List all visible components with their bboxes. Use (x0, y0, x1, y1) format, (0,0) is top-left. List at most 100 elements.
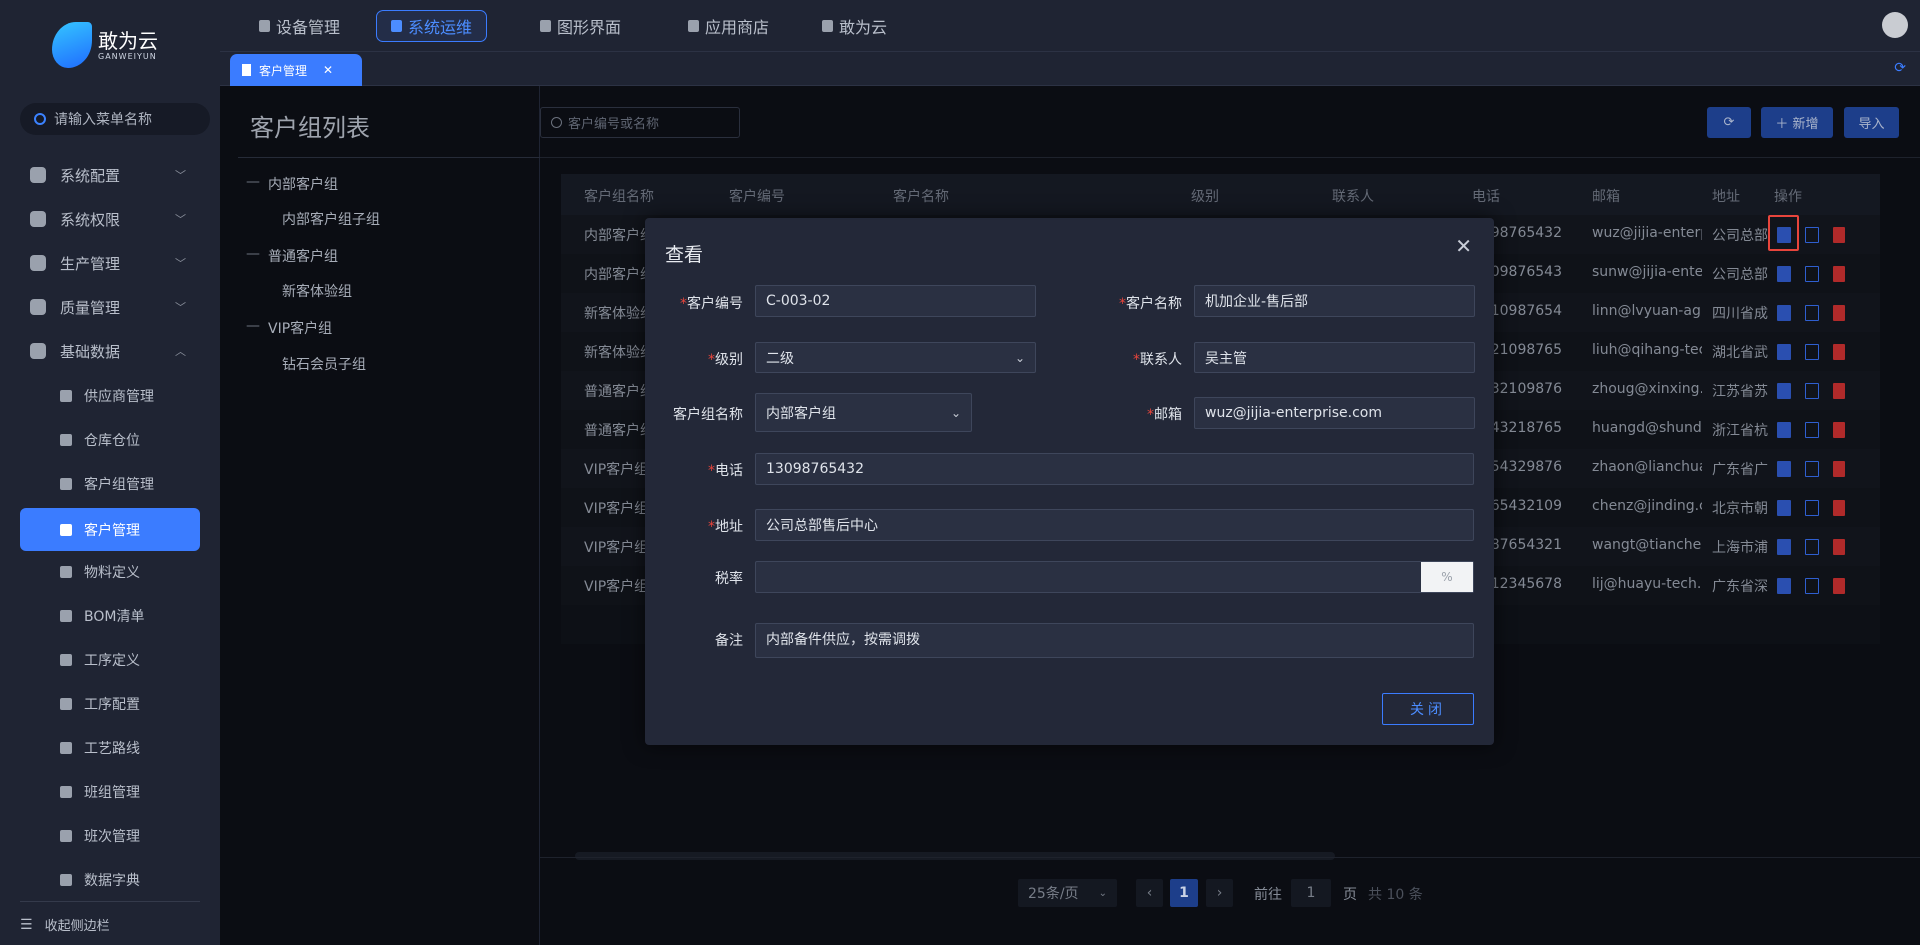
delete-icon[interactable] (1833, 539, 1845, 555)
menu-label: 基础数据 (60, 342, 121, 361)
next-page-button[interactable]: › (1206, 879, 1233, 907)
submenu-item[interactable]: 班次管理 (20, 816, 200, 856)
edit-icon[interactable] (1805, 227, 1819, 243)
nav-tab[interactable]: 图形界面 (526, 10, 635, 42)
nav-label: 敢为云 (839, 18, 888, 37)
menu-home[interactable]: 系统配置 ﹀ (20, 155, 200, 195)
edit-icon[interactable] (1805, 539, 1819, 555)
edit-icon[interactable] (1805, 578, 1819, 594)
phone-input[interactable]: 13098765432 (755, 453, 1474, 485)
menu-search-input[interactable]: 请输入菜单名称 (20, 103, 210, 135)
level-select[interactable]: 二级 ⌄ (755, 342, 1036, 373)
edit-icon[interactable] (1805, 266, 1819, 282)
delete-icon[interactable] (1833, 305, 1845, 321)
page-size-select[interactable]: 25条/页 ⌄ (1018, 879, 1117, 907)
address-input[interactable]: 公司总部售后中心 (755, 509, 1474, 541)
search-icon (34, 113, 46, 125)
nav-tab[interactable]: 敢为云 (808, 10, 901, 42)
submenu-item[interactable]: 班组管理 (20, 772, 200, 812)
monitor-icon (540, 20, 551, 32)
edit-icon[interactable] (1805, 461, 1819, 477)
close-icon[interactable]: ✕ (1455, 234, 1472, 258)
tab-customer-management[interactable]: 客户管理 ✕ (230, 54, 362, 86)
avatar[interactable] (1882, 12, 1908, 38)
menu-shield[interactable]: 系统权限 ﹀ (20, 199, 200, 239)
close-button[interactable]: 关闭 (1382, 693, 1474, 725)
submenu-item[interactable]: 客户组管理 (20, 464, 200, 504)
submenu-item[interactable]: 工艺路线 (20, 728, 200, 768)
page-1-button[interactable]: 1 (1170, 879, 1198, 907)
phone-value: 13098765432 (766, 461, 864, 477)
delete-icon[interactable] (1833, 422, 1845, 438)
edit-icon[interactable] (1805, 500, 1819, 516)
delete-icon[interactable] (1833, 461, 1845, 477)
add-button[interactable]: ＋ 新增 (1761, 107, 1833, 138)
submenu-item[interactable]: 工序定义 (20, 640, 200, 680)
submenu-item[interactable]: 仓库仓位 (20, 420, 200, 460)
tree-node[interactable]: — 内部客户组 (246, 174, 338, 194)
refresh-button[interactable]: ⟳ (1707, 107, 1751, 138)
view-icon[interactable] (1777, 578, 1791, 594)
tree-node[interactable]: — VIP客户组 (246, 318, 332, 338)
code-input[interactable]: C-003-02 (755, 285, 1036, 317)
submenu-item[interactable]: 供应商管理 (20, 376, 200, 416)
edit-icon[interactable] (1805, 344, 1819, 360)
nav-tab[interactable]: 应用商店 (674, 10, 783, 42)
menu-database[interactable]: 基础数据 ︿ (20, 331, 200, 371)
submenu-item[interactable]: 数据字典 (20, 860, 200, 900)
nav-tab[interactable]: 系统运维 (376, 10, 488, 42)
submenu-item[interactable]: 客户管理 (20, 508, 200, 551)
label-text: 联系人 (1140, 352, 1182, 368)
tree-node[interactable]: 内部客户组子组 (282, 209, 380, 229)
divider (540, 857, 1920, 858)
menu-item-icon (60, 786, 72, 798)
delete-icon[interactable] (1833, 578, 1845, 594)
goto-page-input[interactable]: 1 (1291, 879, 1331, 907)
tree-node[interactable]: 钻石会员子组 (282, 354, 366, 374)
view-icon[interactable] (1777, 305, 1791, 321)
submenu-label: 仓库仓位 (84, 433, 140, 449)
view-icon[interactable] (1777, 539, 1791, 555)
delete-icon[interactable] (1833, 383, 1845, 399)
edit-icon[interactable] (1805, 383, 1819, 399)
delete-icon[interactable] (1833, 344, 1845, 360)
menu-quality[interactable]: 质量管理 ﹀ (20, 287, 200, 327)
view-icon[interactable] (1777, 344, 1791, 360)
tax-input[interactable]: % (755, 561, 1474, 593)
horizontal-scrollbar[interactable] (575, 852, 1335, 860)
menu-search-placeholder: 请输入菜单名称 (54, 112, 152, 128)
delete-icon[interactable] (1833, 227, 1845, 243)
delete-icon[interactable] (1833, 266, 1845, 282)
edit-icon[interactable] (1805, 422, 1819, 438)
edit-icon[interactable] (1805, 305, 1819, 321)
tree-node[interactable]: 新客体验组 (282, 281, 352, 301)
page-icon (242, 64, 251, 76)
import-button[interactable]: 导入 (1844, 107, 1899, 138)
cube-icon (30, 255, 46, 271)
customer-search-input[interactable]: 客户编号或名称 (540, 107, 740, 138)
submenu-item[interactable]: 物料定义 (20, 552, 200, 592)
menu-cube[interactable]: 生产管理 ﹀ (20, 243, 200, 283)
group-select[interactable]: 内部客户组 ⌄ (755, 393, 972, 432)
contact-input[interactable]: 吴主管 (1194, 342, 1475, 373)
tab-close-icon[interactable]: ✕ (323, 63, 333, 77)
view-icon[interactable] (1777, 266, 1791, 282)
tree-node[interactable]: — 普通客户组 (246, 246, 338, 266)
cell-email: zhoug@xinxing.com (1592, 381, 1702, 397)
remark-input[interactable]: 内部备件供应，按需调拨 (755, 623, 1474, 658)
view-icon[interactable] (1777, 383, 1791, 399)
column-header: 客户编号 (729, 189, 785, 205)
delete-icon[interactable] (1833, 500, 1845, 516)
submenu-item[interactable]: BOM清单 (20, 596, 200, 636)
collapse-dash-icon: — (246, 318, 260, 334)
prev-page-button[interactable]: ‹ (1136, 879, 1163, 907)
nav-tab[interactable]: 设备管理 (245, 10, 354, 42)
view-icon[interactable] (1777, 500, 1791, 516)
refresh-icon[interactable]: ⟳ (1894, 60, 1906, 76)
collapse-sidebar-button[interactable]: ☰ 收起侧边栏 (20, 915, 110, 935)
submenu-item[interactable]: 工序配置 (20, 684, 200, 724)
email-input[interactable]: wuz@jijia-enterprise.com (1194, 397, 1475, 429)
name-input[interactable]: 机加企业-售后部 (1194, 285, 1475, 317)
view-icon[interactable] (1777, 422, 1791, 438)
view-icon[interactable] (1777, 461, 1791, 477)
